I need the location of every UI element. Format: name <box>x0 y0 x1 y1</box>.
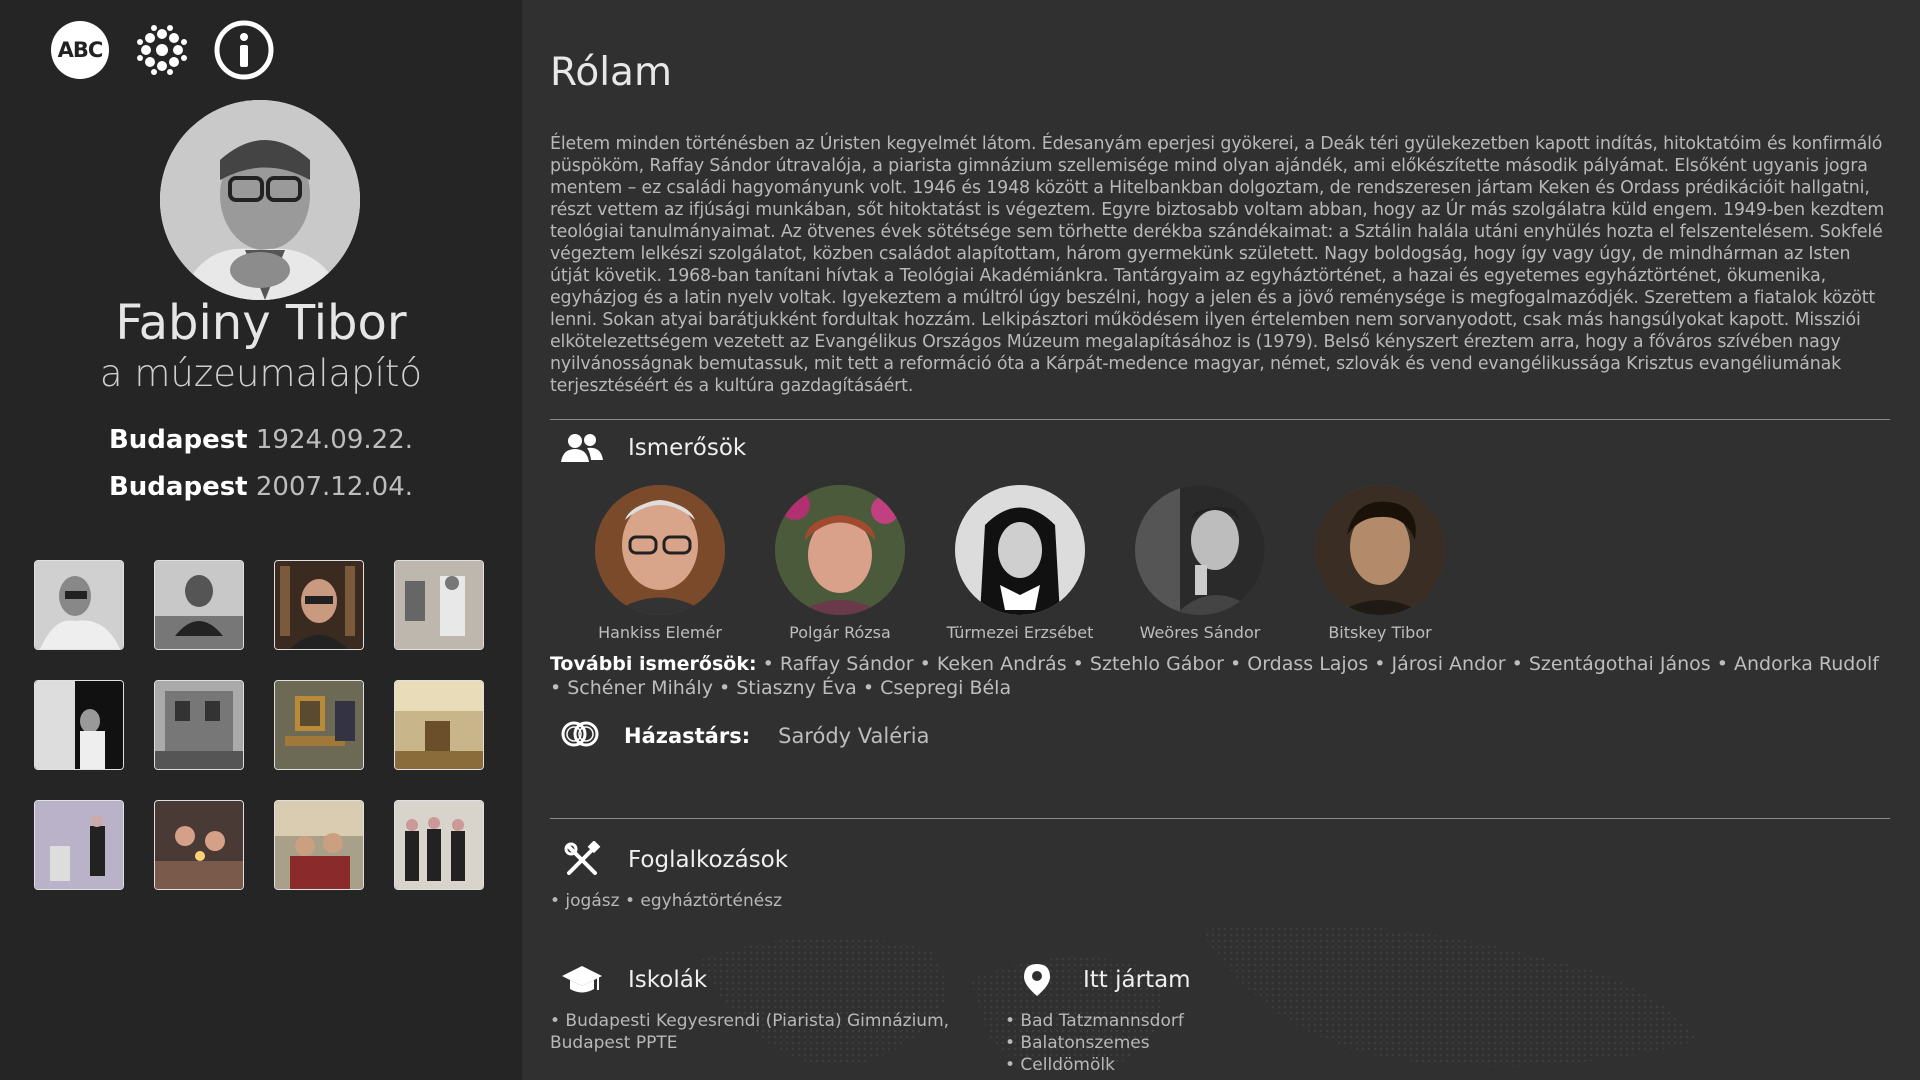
friend-name: Bitskey Tibor <box>1328 623 1432 642</box>
friend-name: Türmezei Erzsébet <box>946 623 1094 642</box>
gallery-photo[interactable] <box>154 800 244 890</box>
place-item[interactable]: • Celldömölk <box>1005 1054 1184 1076</box>
place-item[interactable]: • Bad Tatzmannsdorf <box>1005 1010 1184 1032</box>
abc-label: ABC <box>51 21 109 79</box>
acquaintance-link[interactable]: Keken András <box>937 653 1067 675</box>
gallery-photo[interactable] <box>154 680 244 770</box>
profile-portrait <box>160 100 360 300</box>
occupations-header: Foglalkozások <box>560 841 789 878</box>
friend-card[interactable]: Weöres Sándor <box>1110 485 1290 642</box>
occupations-title: Foglalkozások <box>628 847 789 873</box>
acquaintances-header: Ismerősök <box>560 430 746 466</box>
places-header: Itt jártam <box>1015 962 1191 998</box>
gallery-photo[interactable] <box>154 560 244 650</box>
network-icon[interactable] <box>132 20 192 80</box>
sidebar: ABC Fabiny Tibor a múzeumalapító Budapes… <box>0 0 522 1080</box>
gallery-photo[interactable] <box>394 560 484 650</box>
gallery-photo[interactable] <box>34 680 124 770</box>
friend-name: Weöres Sándor <box>1139 623 1261 642</box>
acquaintance-link[interactable]: Szentágothai János <box>1529 653 1711 675</box>
friend-photo <box>775 485 905 615</box>
person-subtitle: a múzeumalapító <box>99 352 423 395</box>
spouse-name[interactable]: Saródy Valéria <box>778 724 929 748</box>
photo-gallery <box>34 560 490 890</box>
school-item[interactable]: • Budapesti Kegyesrendi (Piarista) Gimná… <box>550 1010 949 1032</box>
acquaintance-link[interactable]: Ordass Lajos <box>1247 653 1368 675</box>
friend-photo <box>1315 485 1445 615</box>
death-date: 2007.12.04. <box>255 472 414 502</box>
places-list: • Bad Tatzmannsdorf • Balatonszemes • Ce… <box>1005 1010 1184 1076</box>
place-item[interactable]: • Balatonszemes <box>1005 1032 1184 1054</box>
tools-icon <box>560 841 604 878</box>
acquaintances-title: Ismerősök <box>628 435 747 461</box>
birth-line: Budapest 1924.09.22. <box>0 425 522 455</box>
places-title: Itt jártam <box>1083 967 1191 993</box>
gallery-photo[interactable] <box>274 680 364 770</box>
friend-card[interactable]: Polgár Rózsa <box>750 485 930 642</box>
top-icon-bar: ABC <box>50 20 274 80</box>
gallery-photo[interactable] <box>394 800 484 890</box>
acquaintance-link[interactable]: Raffay Sándor <box>780 653 914 675</box>
person-name: Fabiny Tibor <box>115 295 407 351</box>
divider <box>550 818 1890 819</box>
schools-title: Iskolák <box>628 967 708 993</box>
biography-text: Életem minden történésben az Úristen keg… <box>550 134 1885 396</box>
more-acquaintances-label: További ismerősök: <box>550 653 757 675</box>
gallery-photo[interactable] <box>34 800 124 890</box>
friend-card[interactable]: Türmezei Erzsébet <box>930 485 1110 642</box>
rings-icon <box>560 720 600 752</box>
acquaintance-link[interactable]: Járosi Andor <box>1392 653 1506 675</box>
gallery-photo[interactable] <box>274 560 364 650</box>
graduation-cap-icon <box>560 962 604 998</box>
acquaintance-link[interactable]: Andorka Rudolf <box>1734 653 1879 675</box>
acquaintance-link[interactable]: Sztehlo Gábor <box>1090 653 1224 675</box>
schools-list: • Budapesti Kegyesrendi (Piarista) Gimná… <box>550 1010 949 1054</box>
main-content: Rólam Életem minden történésben az Úrist… <box>550 0 1890 1080</box>
page-title: Rólam <box>550 50 672 95</box>
acquaintance-link[interactable]: Stiaszny Éva <box>736 677 857 699</box>
spouse-label: Házastárs: <box>624 724 751 748</box>
location-pin-icon <box>1015 962 1059 998</box>
friend-name: Polgár Rózsa <box>789 623 891 642</box>
death-place[interactable]: Budapest <box>109 472 248 502</box>
acquaintance-link[interactable]: Csepregi Béla <box>880 677 1011 699</box>
friend-photo <box>595 485 725 615</box>
friend-card[interactable]: Bitskey Tibor <box>1290 485 1470 642</box>
friend-photo <box>1135 485 1265 615</box>
friend-photo <box>955 485 1085 615</box>
gallery-photo[interactable] <box>274 800 364 890</box>
people-icon <box>560 430 604 466</box>
more-acquaintances: További ismerősök: • Raffay Sándor • Kek… <box>550 653 1879 699</box>
acquaintance-link[interactable]: Schéner Mihály <box>567 677 713 699</box>
schools-header: Iskolák <box>560 962 707 998</box>
friends-list: Hankiss Elemér Polgár Rózsa Türmezei Erz… <box>570 485 1470 642</box>
friend-name: Hankiss Elemér <box>598 623 722 642</box>
info-icon[interactable] <box>214 20 274 80</box>
school-item[interactable]: Budapest PPTE <box>550 1032 949 1054</box>
birth-place[interactable]: Budapest <box>109 425 248 455</box>
abc-icon[interactable]: ABC <box>50 20 110 80</box>
occupations-list: • jogász • egyháztörténész <box>550 891 782 911</box>
divider <box>550 419 1890 420</box>
friend-card[interactable]: Hankiss Elemér <box>570 485 750 642</box>
spouse-row: Házastárs: Saródy Valéria <box>560 720 929 752</box>
gallery-photo[interactable] <box>394 680 484 770</box>
gallery-photo[interactable] <box>34 560 124 650</box>
death-line: Budapest 2007.12.04. <box>0 472 522 502</box>
birth-date: 1924.09.22. <box>255 425 414 455</box>
